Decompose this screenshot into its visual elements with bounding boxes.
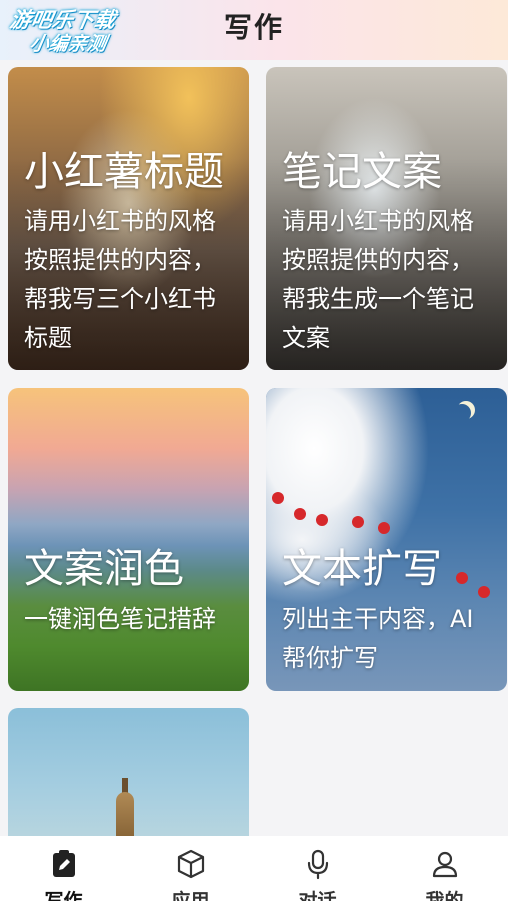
user-icon — [432, 851, 458, 878]
card-description: 列出主干内容，AI帮你扩写 — [282, 605, 474, 672]
card-image — [8, 388, 249, 691]
template-card-note-copy[interactable]: 笔记文案 请用小红书的风格按照提供的内容，帮我生成一个笔记文案 — [266, 67, 507, 370]
tab-chat[interactable]: 对话 — [254, 836, 381, 901]
flower-shape — [378, 522, 390, 534]
tab-write[interactable]: 写作 — [0, 836, 127, 901]
flower-shape — [272, 492, 284, 504]
card-title: 小红薯标题 — [24, 149, 224, 195]
tab-label: 对话 — [298, 890, 337, 901]
header: 游吧乐下载 小编亲测 写作 — [0, 0, 508, 60]
bottom-tab-bar: 写作 应用 对话 我的 — [0, 836, 508, 901]
tab-label: 应用 — [171, 890, 210, 901]
flower-shape — [316, 514, 328, 526]
flower-shape — [456, 572, 468, 584]
microphone-icon — [307, 849, 329, 880]
card-title: 文案润色 — [24, 546, 184, 592]
moon-shape — [453, 404, 471, 422]
tab-label: 写作 — [44, 890, 83, 901]
edit-document-icon — [53, 850, 75, 877]
template-card-xiaohongshu-title[interactable]: 小红薯标题 请用小红书的风格按照提供的内容，帮我写三个小红书标题 — [8, 67, 249, 370]
flower-shape — [294, 508, 306, 520]
page-title: 写作 — [223, 11, 284, 44]
template-card-polish[interactable]: 文案润色 一键润色笔记措辞 — [8, 388, 249, 691]
card-image — [8, 708, 249, 838]
flower-shape — [352, 516, 364, 528]
template-card-partial[interactable] — [8, 708, 249, 838]
tab-apps[interactable]: 应用 — [127, 836, 254, 901]
template-card-expand[interactable]: 文本扩写 列出主干内容，AI帮你扩写 — [266, 388, 507, 691]
flower-shape — [478, 586, 490, 598]
card-title: 笔记文案 — [282, 149, 442, 195]
tab-mine[interactable]: 我的 — [381, 836, 508, 901]
card-description: 请用小红书的风格按照提供的内容，帮我生成一个笔记文案 — [282, 207, 474, 352]
tab-label: 我的 — [425, 890, 464, 901]
card-description: 一键润色笔记措辞 — [24, 605, 216, 633]
cube-icon — [177, 849, 205, 879]
tower-shape — [116, 792, 134, 838]
card-description: 请用小红书的风格按照提供的内容，帮我写三个小红书标题 — [24, 207, 216, 352]
card-title: 文本扩写 — [282, 546, 442, 592]
